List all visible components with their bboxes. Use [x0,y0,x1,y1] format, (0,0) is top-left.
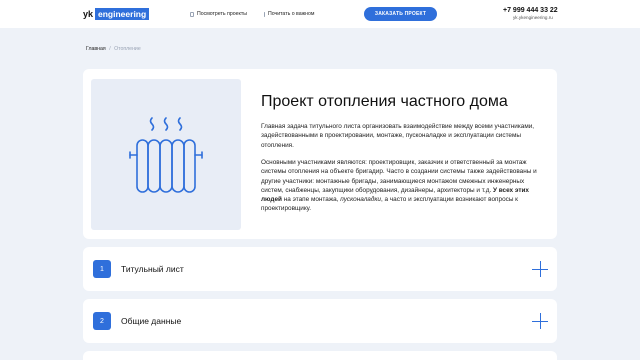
radiator-icon [129,116,203,193]
article-card: Проект отопления частного дома Главная з… [83,69,557,239]
site-address[interactable]: yk.ykengineering.ru [513,15,553,20]
accordion-item-partial[interactable] [83,351,557,360]
illustration [91,79,241,230]
breadcrumb: Главная / Отопление [86,46,141,52]
line-icon [264,11,265,17]
accordion-label: Общие данные [121,316,182,326]
accordion-item-general-data[interactable]: 2 Общие данные [83,299,557,343]
accordion-number: 2 [93,312,111,330]
doc-icon [190,11,194,17]
logo-prefix: yk [83,9,94,19]
order-project-button[interactable]: ЗАКАЗАТЬ ПРОЕКТ [364,7,437,21]
nav-link-label: Почитать о важном [268,11,315,17]
nav-link-articles[interactable]: Почитать о важном [264,11,314,17]
site-header: yk engineering Посмотреть проекты Почита… [0,0,640,28]
logo-box: engineering [95,8,150,20]
plus-icon[interactable] [532,261,548,277]
breadcrumb-home[interactable]: Главная [86,46,106,52]
breadcrumb-separator: / [109,46,111,52]
paragraph-italic: пусконаладки [340,196,381,204]
accordion-label: Титульный лист [121,264,184,274]
accordion-item-title-page[interactable]: 1 Титульный лист [83,247,557,291]
participants-paragraph: Основными участниками являются: проектир… [261,158,543,214]
paragraph-text: на этапе монтажа, [281,196,341,204]
logo[interactable]: yk engineering [83,8,150,20]
nav-link-projects[interactable]: Посмотреть проекты [190,11,247,17]
accordion-number: 1 [93,260,111,278]
phone-number[interactable]: +7 999 444 33 22 [503,7,558,14]
page-title: Проект отопления частного дома [261,93,508,110]
plus-icon[interactable] [532,313,548,329]
breadcrumb-current: Отопление [114,46,141,52]
nav-link-label: Посмотреть проекты [197,11,247,17]
intro-paragraph: Главная задача титульного листа организо… [261,123,535,149]
